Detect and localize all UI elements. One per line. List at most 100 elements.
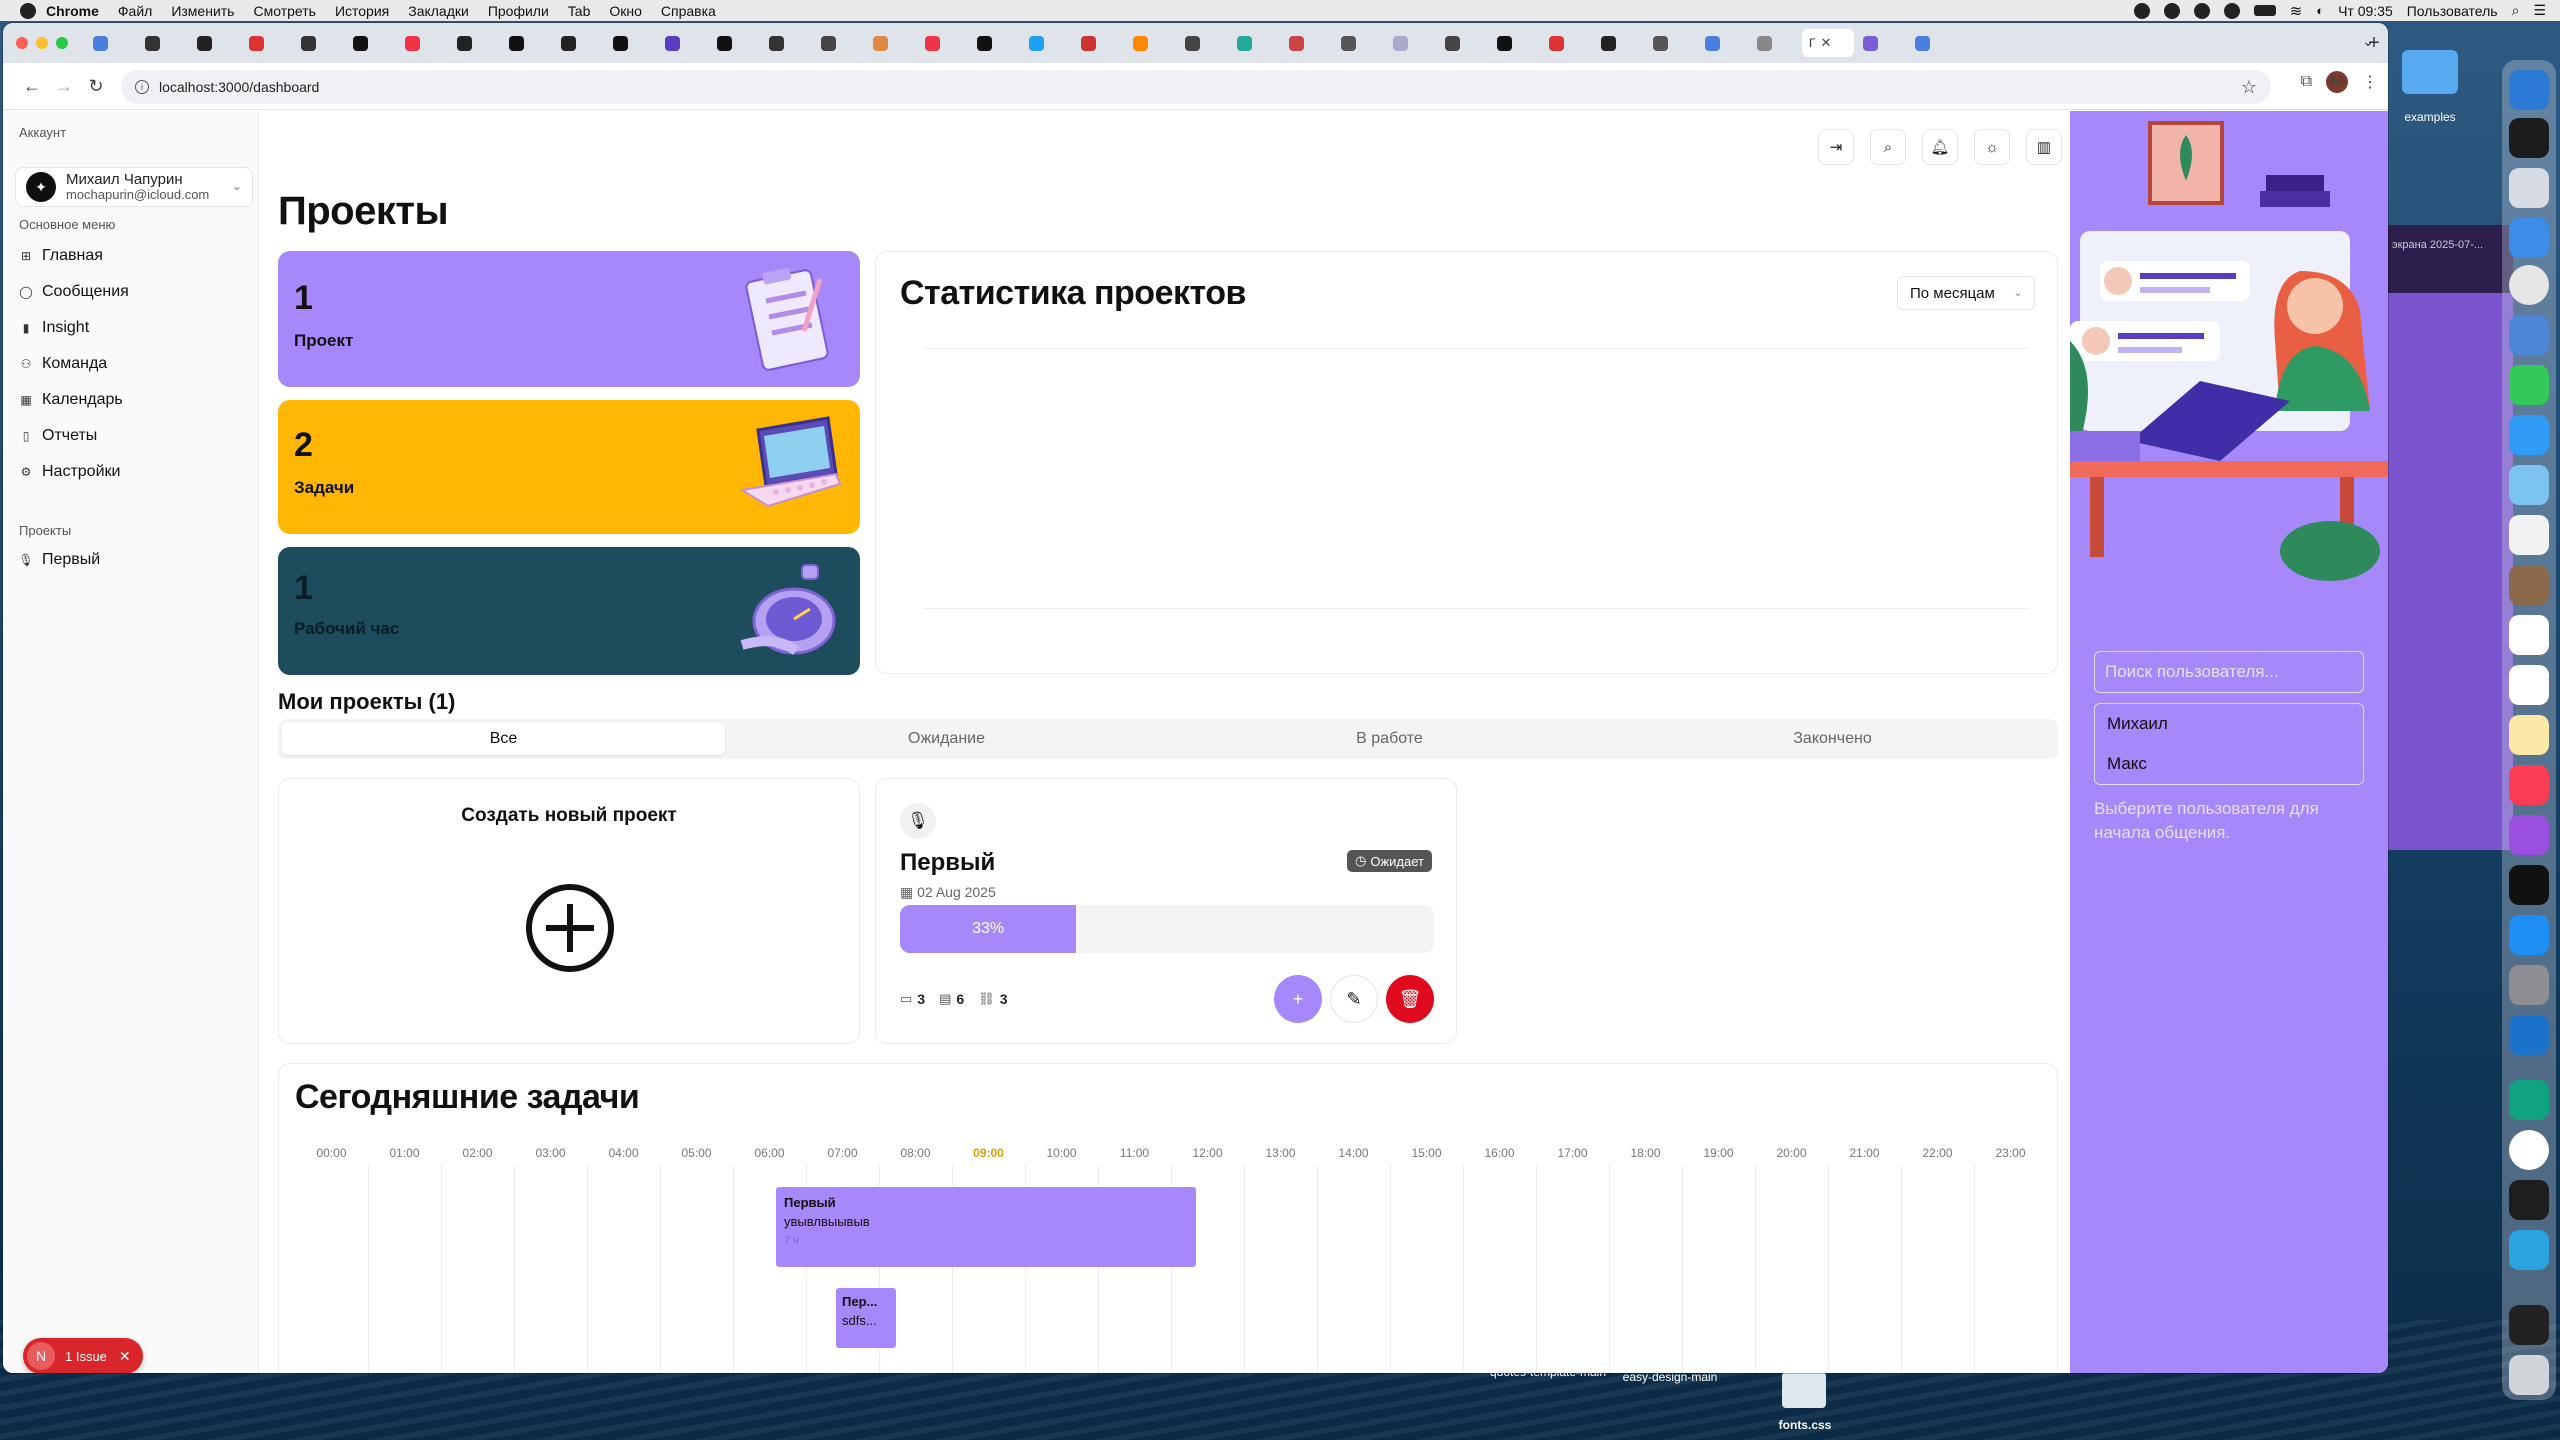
- browser-tab[interactable]: [658, 29, 708, 57]
- reload-icon[interactable]: ↻: [81, 71, 111, 101]
- chrome-icon[interactable]: [2509, 265, 2549, 305]
- browser-tab[interactable]: [1908, 29, 1958, 57]
- safari-icon[interactable]: [2509, 218, 2549, 258]
- account-switcher[interactable]: ✦ Михаил Чапурин mochapurin@icloud.com ⌄: [15, 167, 253, 207]
- notification-center-icon[interactable]: ☰: [2533, 2, 2546, 19]
- search-icon[interactable]: ⌕: [2512, 2, 2520, 19]
- browser-tab[interactable]: [1438, 29, 1488, 57]
- site-info-icon[interactable]: i: [135, 80, 149, 94]
- browser-tab[interactable]: [970, 29, 1020, 57]
- edit-pencil-icon[interactable]: ✎: [1330, 975, 1378, 1023]
- browser-tab[interactable]: [710, 29, 760, 57]
- sidebar-item-settings[interactable]: ⚙ Настройки: [19, 463, 121, 481]
- app-store-icon[interactable]: [2509, 915, 2549, 955]
- timeline-task[interactable]: Пер... sdfs...: [836, 1288, 896, 1348]
- add-button[interactable]: +: [1274, 975, 1322, 1023]
- browser-tab[interactable]: [1594, 29, 1644, 57]
- menu-history[interactable]: История: [335, 3, 389, 19]
- work-hours-card[interactable]: 1 Рабочий час: [278, 547, 860, 675]
- browser-tab[interactable]: [1646, 29, 1696, 57]
- browser-tab[interactable]: [814, 29, 864, 57]
- sidebar-item-home[interactable]: ⊞ Главная: [19, 247, 103, 265]
- control-center-icon[interactable]: ◐: [2316, 3, 2324, 18]
- bell-icon[interactable]: 🔔︎: [1922, 129, 1958, 165]
- browser-tab[interactable]: [1698, 29, 1748, 57]
- terminal-icon[interactable]: [2509, 118, 2549, 158]
- address-bar[interactable]: i localhost:3000/dashboard ☆: [121, 70, 2271, 104]
- close-tab-icon[interactable]: ✕: [1821, 35, 1832, 51]
- sidebar-item-team[interactable]: ⚇ Команда: [19, 355, 108, 373]
- sidebar-item-reports[interactable]: ▯ Отчеты: [19, 427, 98, 445]
- menu-chrome[interactable]: Chrome: [46, 3, 99, 19]
- browser-tab[interactable]: [1542, 29, 1592, 57]
- sidebar-item-calendar[interactable]: ▦ Календарь: [19, 391, 122, 409]
- menu-edit[interactable]: Изменить: [171, 3, 234, 19]
- tab-finished[interactable]: Закончено: [1611, 723, 2054, 755]
- zoom-window-button[interactable]: [56, 37, 68, 49]
- telegram-icon[interactable]: [2509, 1230, 2549, 1270]
- tab-all[interactable]: Все: [282, 723, 725, 755]
- period-select[interactable]: По месяцам ⌄: [1897, 276, 2035, 310]
- browser-tab[interactable]: [294, 29, 344, 57]
- mongodb-icon[interactable]: [2509, 1130, 2549, 1170]
- url-text[interactable]: localhost:3000/dashboard: [159, 79, 319, 95]
- panel-toggle-icon[interactable]: ▥: [2026, 129, 2062, 165]
- projects-count-card[interactable]: 1 Проект: [278, 251, 860, 387]
- close-window-button[interactable]: [16, 37, 28, 49]
- chatgpt-icon[interactable]: [2509, 1080, 2549, 1120]
- calendar-app-icon[interactable]: [2509, 615, 2549, 655]
- messages-icon[interactable]: [2509, 415, 2549, 455]
- profile-avatar[interactable]: M: [2326, 71, 2348, 93]
- browser-tab[interactable]: [242, 29, 292, 57]
- browser-tab[interactable]: [1856, 29, 1906, 57]
- browser-tab[interactable]: [86, 29, 136, 57]
- sidebar-item-messages[interactable]: ◯ Сообщения: [19, 283, 129, 301]
- bookmark-star-icon[interactable]: ☆: [2241, 77, 2257, 98]
- browser-tab[interactable]: [502, 29, 552, 57]
- close-icon[interactable]: ✕: [119, 1348, 131, 1365]
- apple-tv-icon[interactable]: [2509, 865, 2549, 905]
- menu-bookmarks[interactable]: Закладки: [408, 3, 469, 19]
- browser-tab[interactable]: [138, 29, 188, 57]
- browser-tab[interactable]: [190, 29, 240, 57]
- menu-help[interactable]: Справка: [661, 3, 716, 19]
- reminders-icon[interactable]: [2509, 665, 2549, 705]
- maps-icon[interactable]: [2509, 465, 2549, 505]
- photos-icon[interactable]: [2509, 515, 2549, 555]
- issues-badge[interactable]: N 1 Issue ✕: [23, 1338, 143, 1373]
- folder-icon[interactable]: [2402, 50, 2458, 94]
- browser-tab[interactable]: [1750, 29, 1800, 57]
- notes-icon[interactable]: [2509, 715, 2549, 755]
- apple-icon[interactable]: [20, 2, 36, 19]
- system-settings-icon[interactable]: [2509, 965, 2549, 1005]
- extensions-icon[interactable]: ⧉: [2301, 73, 2312, 91]
- forward-icon[interactable]: →: [49, 71, 79, 101]
- menu-file[interactable]: Файл: [118, 3, 152, 19]
- figma-icon[interactable]: [2509, 1180, 2549, 1220]
- status-icon[interactable]: [2133, 2, 2150, 19]
- project-card[interactable]: 🎙 Первый ◷ Ожидает ▦ 02 Aug 2025 33% ▭ 3 ▤…: [875, 778, 1457, 1044]
- timeline-task[interactable]: Первый увывлвыывыв 7 ч: [776, 1187, 1196, 1267]
- plus-circle-icon[interactable]: [526, 884, 614, 972]
- menu-profiles[interactable]: Профили: [488, 3, 549, 19]
- browser-tab[interactable]: [1126, 29, 1176, 57]
- browser-tab[interactable]: [762, 29, 812, 57]
- menu-tab[interactable]: Tab: [568, 3, 591, 19]
- facetime-icon[interactable]: [2509, 365, 2549, 405]
- theme-toggle-icon[interactable]: ☼: [1974, 129, 2010, 165]
- browser-tab[interactable]: [918, 29, 968, 57]
- browser-tab[interactable]: [346, 29, 396, 57]
- active-browser-tab[interactable]: Г ✕: [1802, 29, 1854, 57]
- browser-tab[interactable]: [554, 29, 604, 57]
- user-search-input[interactable]: Поиск пользователя...: [2094, 651, 2364, 693]
- browser-tab[interactable]: [866, 29, 916, 57]
- wifi-icon[interactable]: ≋: [2290, 2, 2303, 20]
- status-icon[interactable]: [2193, 2, 2210, 19]
- sidebar-item-insight[interactable]: ▮ Insight: [19, 319, 89, 337]
- browser-tab[interactable]: [1074, 29, 1124, 57]
- menubar-user[interactable]: Пользователь: [2407, 3, 2498, 19]
- minimize-window-button[interactable]: [36, 37, 48, 49]
- browser-tab[interactable]: [606, 29, 656, 57]
- user-list-item[interactable]: Макс: [2095, 744, 2363, 784]
- tab-search-icon[interactable]: ⌄: [2362, 33, 2374, 50]
